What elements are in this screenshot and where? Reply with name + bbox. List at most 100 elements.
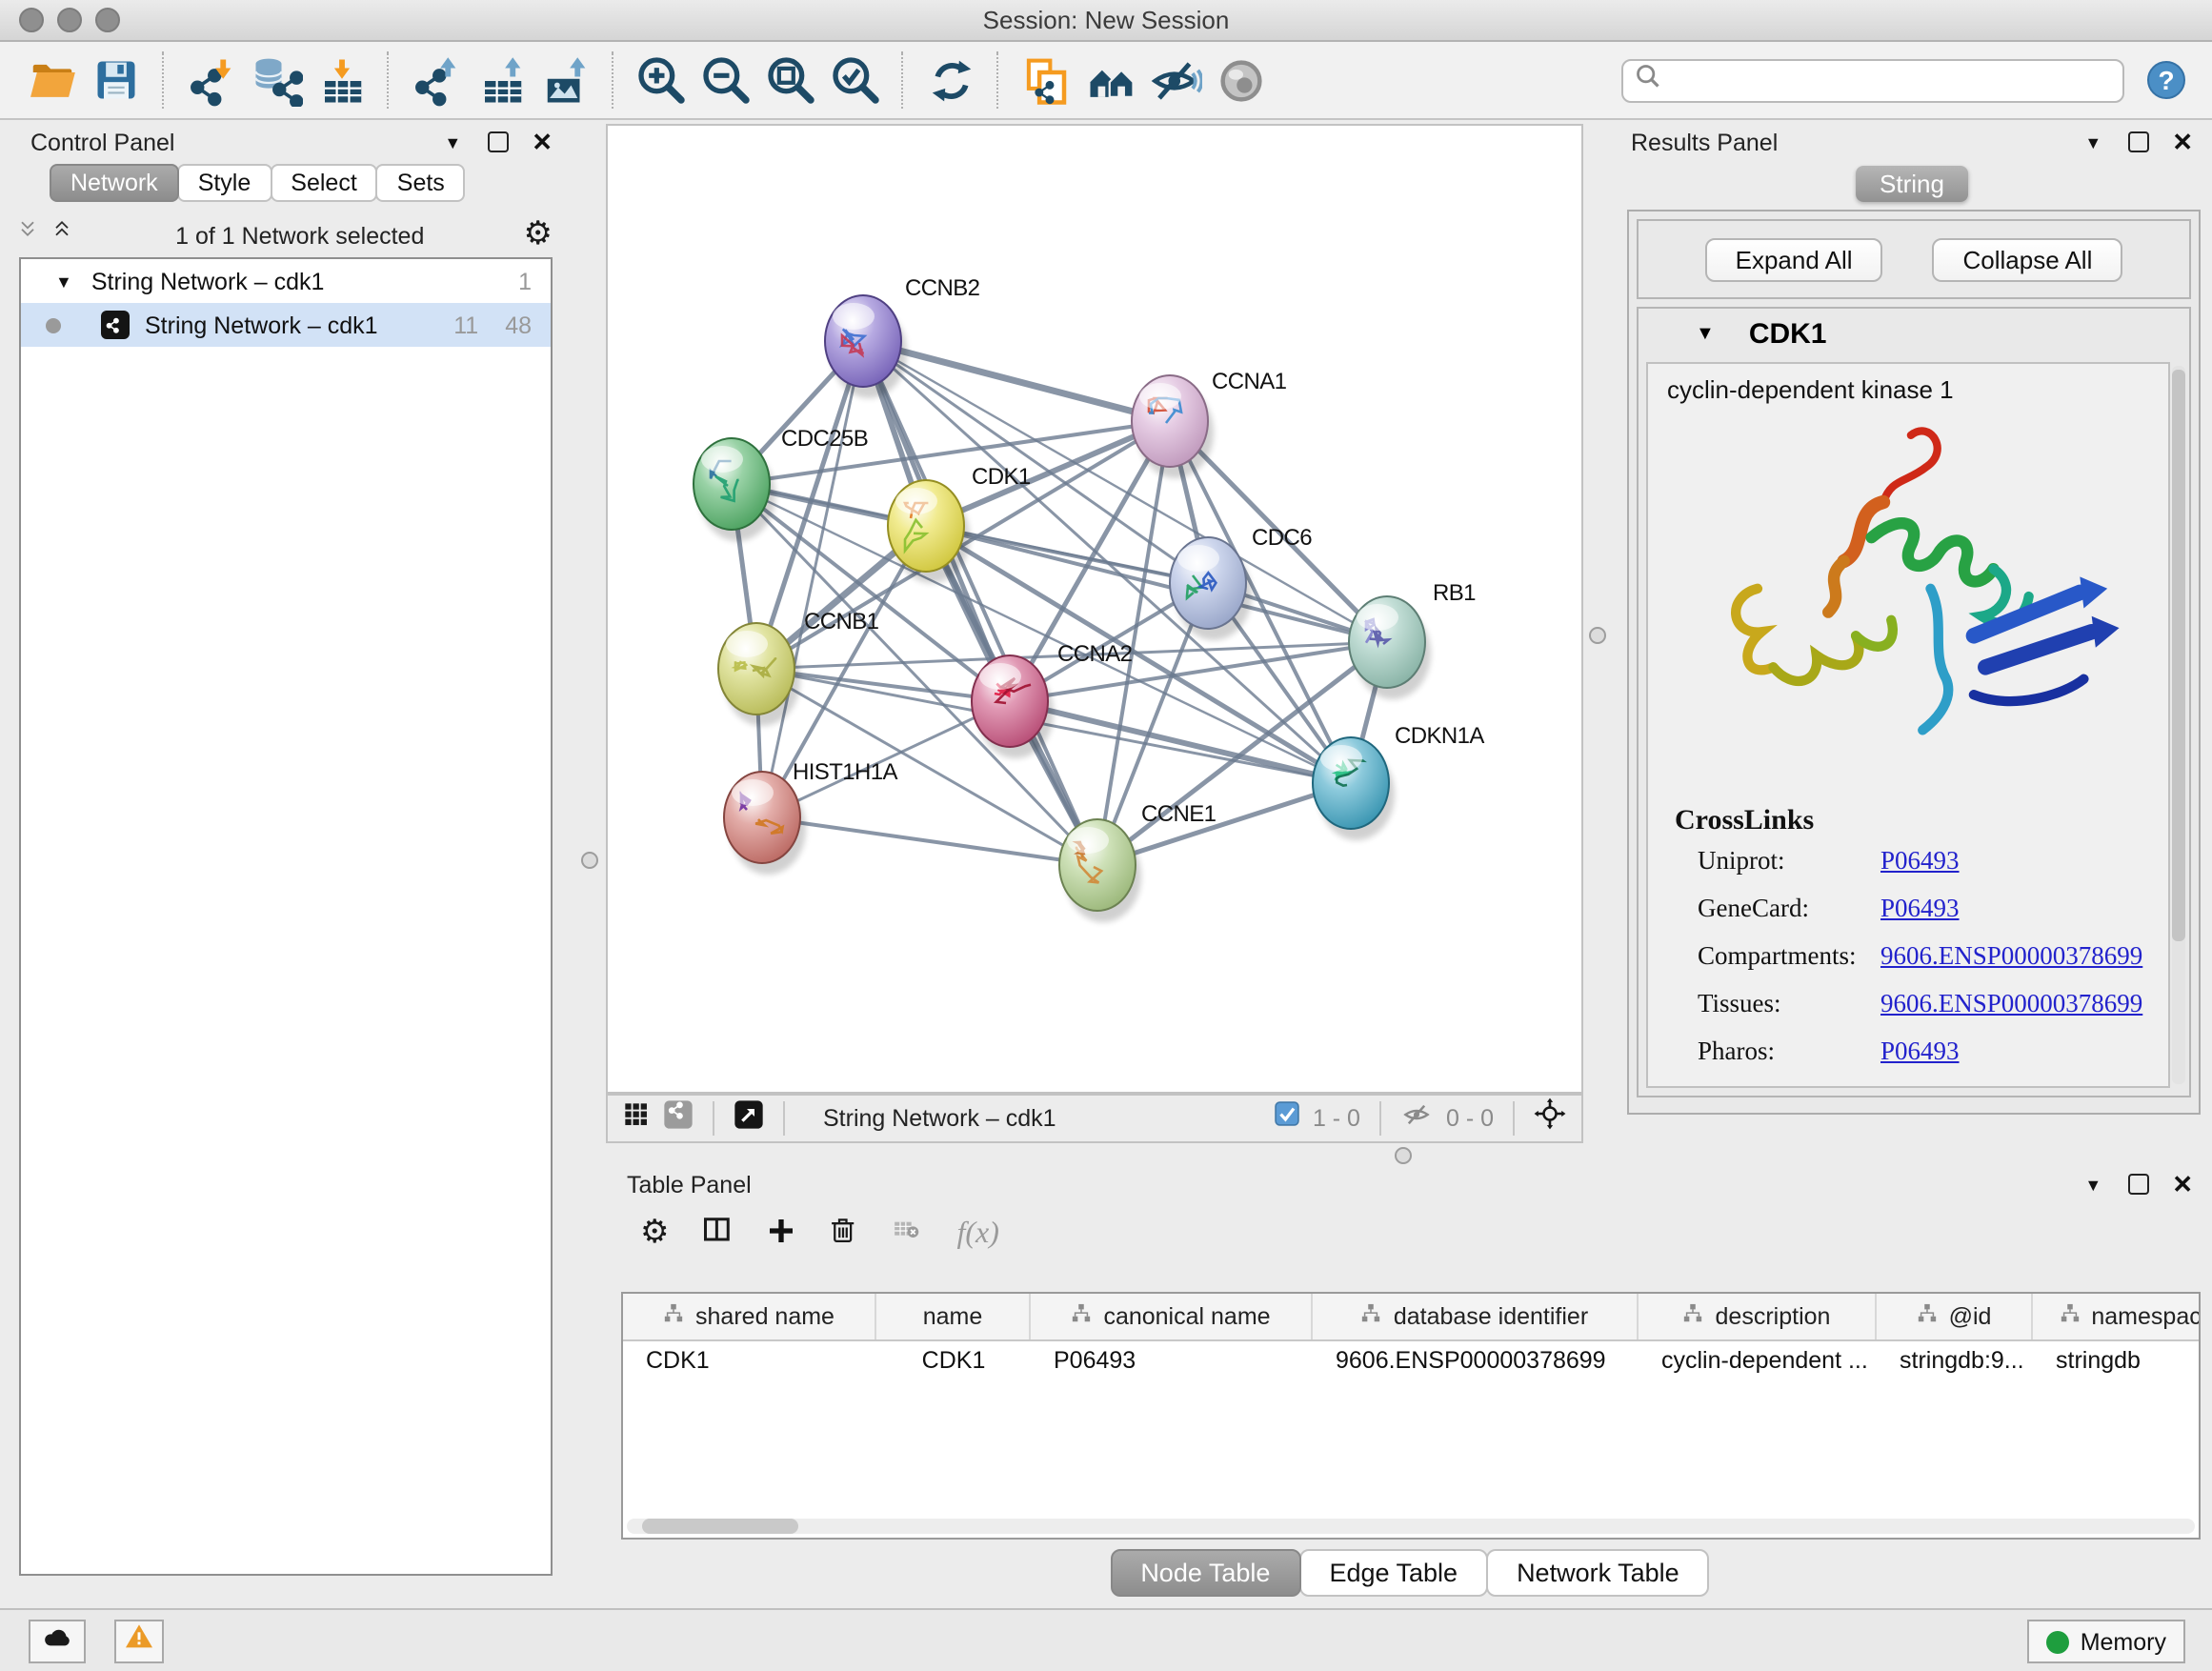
selected-checkbox-icon[interactable] <box>1275 1101 1299 1136</box>
column-type-icon <box>2059 1303 2080 1330</box>
results-scrollbar[interactable] <box>2172 366 2185 1084</box>
svg-text:CCNA1: CCNA1 <box>1212 369 1287 394</box>
export-network-icon[interactable] <box>404 48 469 112</box>
network-edge-CDK1-RB1[interactable] <box>926 526 1387 642</box>
network-node-CCNB1[interactable]: CCNB1 <box>718 609 879 715</box>
collapse-all-icon[interactable] <box>19 219 42 253</box>
protein-section-header[interactable]: ▼ CDK1 <box>1639 309 2189 358</box>
add-column-icon[interactable] <box>767 1215 797 1255</box>
column-header-name[interactable]: name <box>876 1294 1031 1339</box>
close-panel-icon[interactable]: ✕ <box>2172 127 2193 157</box>
column-header-canonical-name[interactable]: canonical name <box>1031 1294 1313 1339</box>
import-table-icon[interactable] <box>309 48 373 112</box>
network-label: String Network – cdk1 <box>145 312 378 338</box>
save-icon[interactable] <box>84 48 149 112</box>
zoom-out-icon[interactable] <box>694 48 758 112</box>
float-panel-icon[interactable] <box>488 131 509 152</box>
float-panel-icon[interactable] <box>2128 131 2149 152</box>
zoom-selected-icon[interactable] <box>823 48 888 112</box>
crosslink-row: GeneCard:P06493 <box>1698 894 2168 924</box>
network-badge-icon[interactable] <box>663 1098 694 1138</box>
column-header-@id[interactable]: @id <box>1877 1294 2033 1339</box>
show-all-icon[interactable] <box>1208 48 1273 112</box>
splitter-handle-right[interactable] <box>1589 627 1606 644</box>
network-node-HIST1H1A[interactable]: HIST1H1A <box>724 759 897 863</box>
table-row[interactable]: CDK1CDK1P064939606.ENSP00000378699cyclin… <box>623 1341 2199 1379</box>
panel-menu-icon[interactable]: ▼ <box>2084 132 2101 151</box>
help-icon[interactable]: ? <box>2147 61 2185 99</box>
show-columns-icon[interactable] <box>702 1216 734 1254</box>
tab-style[interactable]: Style <box>177 164 272 202</box>
import-database-icon[interactable] <box>244 48 309 112</box>
hide-selected-icon[interactable] <box>1143 48 1208 112</box>
column-header-database-identifier[interactable]: database identifier <box>1313 1294 1639 1339</box>
tab-edge-table[interactable]: Edge Table <box>1298 1549 1488 1597</box>
network-tree: ▼ String Network – cdk1 1 String Network… <box>19 257 553 1576</box>
table-cell: CDK1 <box>623 1347 876 1374</box>
network-node-RB1[interactable]: RB1 <box>1349 580 1476 688</box>
network-collection-row[interactable]: ▼ String Network – cdk1 1 <box>21 259 551 303</box>
move-tool-icon[interactable] <box>1534 1097 1566 1139</box>
node-table: shared namename canonical name database … <box>621 1292 2201 1540</box>
network-canvas[interactable]: CCNB2 CCNA1 CDC25B CDK1 CDC6 RB1 CCNB1 C… <box>606 124 1583 1094</box>
search-input[interactable] <box>1669 65 2111 95</box>
network-edge-CCNB2-HIST1H1A[interactable] <box>762 341 863 817</box>
zoom-in-icon[interactable] <box>629 48 694 112</box>
crosslink-link[interactable]: 9606.ENSP00000378699 <box>1880 989 2142 1019</box>
open-in-window-icon[interactable] <box>734 1098 764 1138</box>
tab-string[interactable]: String <box>1855 166 1969 202</box>
splitter-handle-bottom[interactable] <box>1395 1147 1412 1164</box>
node-count: 11 <box>453 312 478 338</box>
float-panel-icon[interactable] <box>2128 1174 2149 1195</box>
section-collapse-icon[interactable]: ▼ <box>1696 323 1715 344</box>
tree-expand-icon[interactable]: ▼ <box>55 272 72 291</box>
group-nodes-icon[interactable] <box>1078 48 1143 112</box>
duplicate-network-icon[interactable] <box>1014 48 1078 112</box>
tab-network[interactable]: Network <box>50 164 179 202</box>
crosslink-link[interactable]: P06493 <box>1880 1037 1960 1067</box>
tab-network-table[interactable]: Network Table <box>1486 1549 1710 1597</box>
control-panel-title: Control Panel <box>30 129 175 155</box>
crosslink-row: Pharos:P06493 <box>1698 1037 2168 1067</box>
import-network-icon[interactable] <box>179 48 244 112</box>
crosslinks-list: Uniprot:P06493GeneCard:P06493Compartment… <box>1648 846 2168 1067</box>
tab-select[interactable]: Select <box>270 164 378 202</box>
crosslink-link[interactable]: P06493 <box>1880 894 1960 924</box>
search-box[interactable] <box>1621 58 2124 102</box>
crosslink-link[interactable]: 9606.ENSP00000378699 <box>1880 941 2142 972</box>
collapse-all-button[interactable]: Collapse All <box>1933 237 2123 281</box>
zoom-fit-icon[interactable] <box>758 48 823 112</box>
export-table-icon[interactable] <box>469 48 533 112</box>
gear-icon[interactable]: ⚙ <box>524 219 553 253</box>
close-panel-icon[interactable]: ✕ <box>2172 1169 2193 1199</box>
tab-sets[interactable]: Sets <box>376 164 466 202</box>
panel-menu-icon[interactable]: ▼ <box>444 132 461 151</box>
export-image-icon[interactable] <box>533 48 598 112</box>
expand-all-button[interactable]: Expand All <box>1705 237 1883 281</box>
memory-button[interactable]: Memory <box>2027 1620 2185 1663</box>
column-header-namespace[interactable]: namespace <box>2033 1294 2201 1339</box>
column-header-shared-name[interactable]: shared name <box>623 1294 876 1339</box>
open-icon[interactable] <box>19 48 84 112</box>
network-row[interactable]: String Network – cdk1 11 48 <box>21 303 551 347</box>
table-hscrollbar[interactable] <box>627 1519 2195 1534</box>
share-icon <box>105 312 126 338</box>
table-settings-icon[interactable]: ⚙ <box>640 1218 670 1252</box>
close-panel-icon[interactable]: ✕ <box>532 127 553 157</box>
warnings-button[interactable] <box>114 1620 164 1663</box>
expand-all-icon[interactable] <box>53 219 76 253</box>
crosslink-link[interactable]: P06493 <box>1880 846 1960 876</box>
hidden-eye-icon[interactable] <box>1400 1100 1433 1137</box>
cloud-button[interactable] <box>29 1620 86 1663</box>
panel-menu-icon[interactable]: ▼ <box>2084 1175 2101 1194</box>
delete-column-icon[interactable] <box>830 1214 858 1256</box>
network-node-CDKN1A[interactable]: CDKN1A <box>1313 723 1484 829</box>
network-edge-HIST1H1A-CCNE1[interactable] <box>762 817 1097 865</box>
tab-node-table[interactable]: Node Table <box>1110 1549 1300 1597</box>
splitter-handle-left[interactable] <box>581 852 598 869</box>
birdseye-icon[interactable] <box>623 1100 650 1137</box>
column-header-description[interactable]: description <box>1639 1294 1877 1339</box>
refresh-icon[interactable] <box>918 48 983 112</box>
table-cell: stringdb:9... <box>1877 1347 2033 1374</box>
application-window: Session: New Session ? Control Panel <box>0 0 2212 1671</box>
